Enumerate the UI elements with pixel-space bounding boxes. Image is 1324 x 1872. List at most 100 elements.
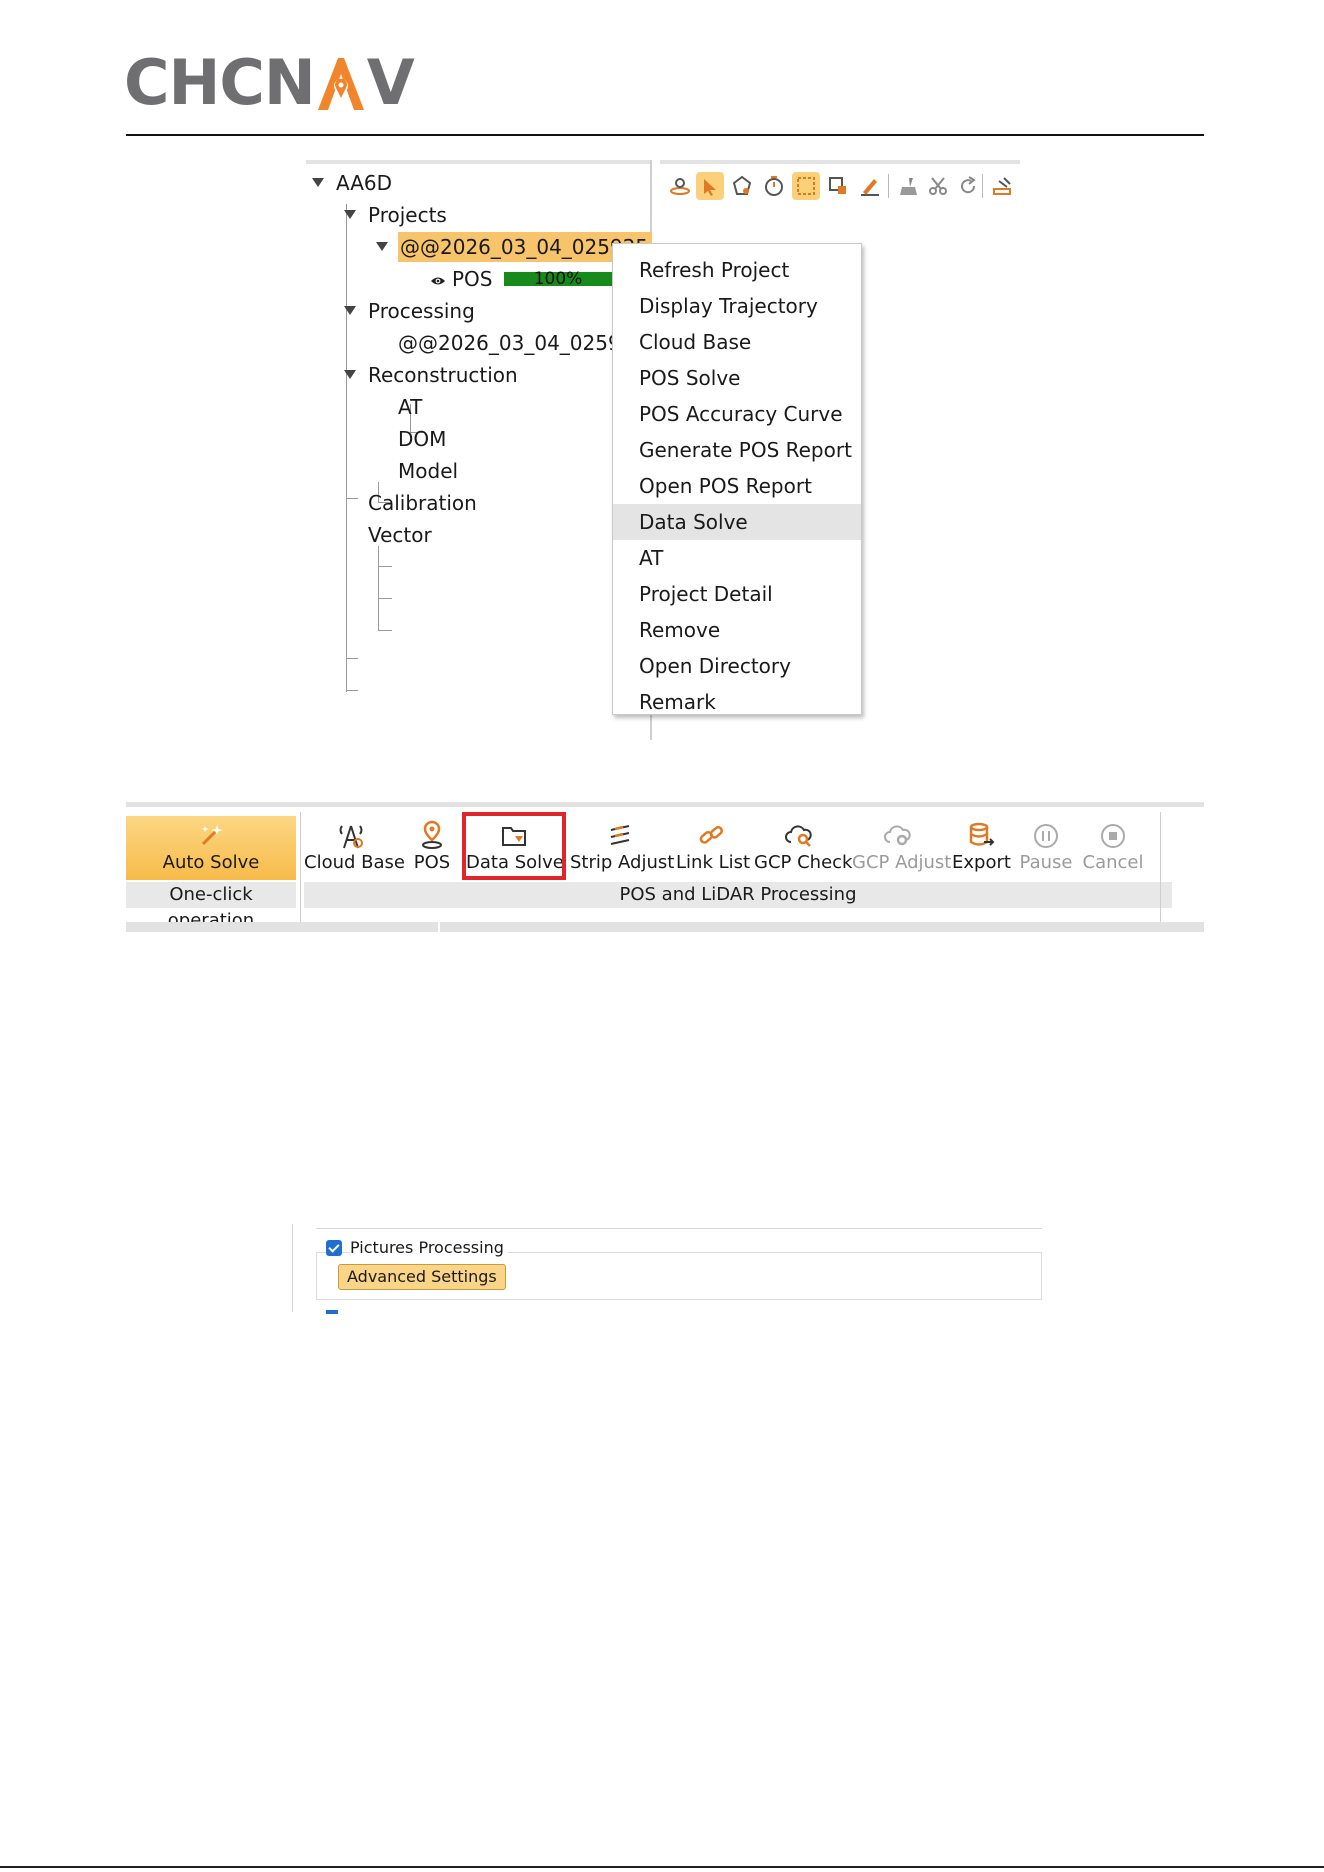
ribbon-group-separator <box>300 812 301 922</box>
button-label: GCP Check <box>754 852 853 873</box>
menu-item-generate-pos-report[interactable]: Generate POS Report <box>613 432 861 468</box>
scissors-icon[interactable] <box>924 172 952 200</box>
tree-node-model[interactable]: Model <box>398 456 458 486</box>
expand-caret-icon[interactable] <box>312 178 324 187</box>
tree-node-calibration[interactable]: Calibration <box>368 488 477 518</box>
menu-item-pos-solve[interactable]: POS Solve <box>613 360 861 396</box>
magic-wand-icon <box>201 825 223 846</box>
rect-select-icon[interactable] <box>792 172 820 200</box>
stop-icon <box>1101 824 1125 848</box>
cancel-button[interactable]: Cancel <box>1082 816 1144 880</box>
cloud-search-icon <box>785 825 812 847</box>
tree-node-label: POS <box>452 267 493 291</box>
strip-adjust-button[interactable]: Strip Adjust <box>570 816 675 880</box>
menu-item-remark[interactable]: Remark <box>613 684 861 720</box>
tree-node-processing-item[interactable]: @@2026_03_04_025925 <box>398 328 646 358</box>
antenna-icon <box>339 825 363 849</box>
tree-node-label: Reconstruction <box>368 363 518 387</box>
pictures-processing-label: Pictures Processing <box>350 1238 508 1257</box>
menu-item-remove[interactable]: Remove <box>613 612 861 648</box>
menu-item-pos-accuracy-curve[interactable]: POS Accuracy Curve <box>613 396 861 432</box>
tree-node-reconstruction[interactable]: Reconstruction <box>344 360 518 390</box>
tree-node-projects[interactable]: Projects <box>344 200 447 230</box>
tree-node-at[interactable]: AT <box>398 392 422 422</box>
highlight-annotation-box <box>462 812 566 880</box>
auto-solve-label: Auto Solve <box>162 852 260 873</box>
polygon-select-icon[interactable] <box>728 172 756 200</box>
tree-node-pos[interactable]: POS <box>430 264 493 294</box>
eye-target-icon[interactable] <box>666 172 694 200</box>
button-label: Strip Adjust <box>570 852 675 873</box>
tree-line <box>346 658 358 659</box>
tree-node-label: DOM <box>398 427 447 451</box>
tree-line <box>346 454 347 692</box>
tree-node-label: @@2026_03_04_025925 <box>400 235 649 259</box>
group-label-pos-lidar: POS and LiDAR Processing <box>304 882 1172 908</box>
panel-top-border <box>316 1228 1042 1229</box>
panel-left-border <box>292 1224 293 1312</box>
map-toolbar-topbar <box>660 160 1020 164</box>
expand-caret-icon[interactable] <box>344 210 356 219</box>
group-label-one-click: One-click operation <box>126 882 296 931</box>
pos-progress-text: 100% <box>533 269 583 289</box>
tree-line <box>346 204 347 454</box>
button-label: GCP Adjust <box>852 852 952 873</box>
pencil-icon[interactable] <box>856 172 884 200</box>
expand-caret-icon[interactable] <box>344 370 356 379</box>
clear-icon[interactable] <box>988 172 1016 200</box>
auto-solve-button[interactable]: Auto Solve <box>126 816 296 880</box>
toolbar-separator <box>888 174 889 198</box>
pictures-processing-checkbox[interactable] <box>326 1240 342 1256</box>
menu-item-display-trajectory[interactable]: Display Trajectory <box>613 288 861 324</box>
tree-node-project-item[interactable]: @@2026_03_04_025925 <box>376 232 648 262</box>
link-list-button[interactable]: Link List <box>676 816 750 880</box>
menu-item-at[interactable]: AT <box>613 540 861 576</box>
processing-ribbon: Auto Solve One-click operation POS and L… <box>126 802 1204 936</box>
pause-button[interactable]: Pause <box>1018 816 1074 880</box>
menu-item-refresh-project[interactable]: Refresh Project <box>613 252 861 288</box>
gcp-adjust-button[interactable]: GCP Adjust <box>852 816 952 880</box>
brand-logo: CHCN V <box>124 46 415 119</box>
footer-divider <box>0 1866 1324 1868</box>
pos-progress-bar: 100% <box>504 269 612 289</box>
broom-icon[interactable] <box>894 172 922 200</box>
button-label: POS <box>413 852 451 873</box>
menu-item-cloud-base[interactable]: Cloud Base <box>613 324 861 360</box>
refresh-icon[interactable] <box>954 172 982 200</box>
expand-caret-icon[interactable] <box>376 242 388 251</box>
expand-caret-icon[interactable] <box>344 306 356 315</box>
cloud-gear-icon <box>884 825 911 846</box>
tree-node-dom[interactable]: DOM <box>398 424 446 454</box>
menu-item-data-solve[interactable]: Data Solve <box>613 504 861 540</box>
next-checkbox-partial[interactable] <box>326 1310 338 1314</box>
timer-icon[interactable] <box>760 172 788 200</box>
tree-line <box>378 630 392 631</box>
eye-icon[interactable] <box>430 275 446 287</box>
pos-button[interactable]: POS <box>410 816 454 880</box>
tree-node-label: @@2026_03_04_025925 <box>398 331 647 355</box>
menu-item-open-directory[interactable]: Open Directory <box>613 648 861 684</box>
tree-line <box>346 690 358 691</box>
cloud-base-button[interactable]: Cloud Base <box>304 816 405 880</box>
tree-node-vector[interactable]: Vector <box>368 520 432 550</box>
tree-line <box>378 566 392 567</box>
map-toolbar <box>660 160 1020 202</box>
button-label: Pause <box>1019 852 1073 873</box>
tree-panel-topbar <box>306 160 652 164</box>
logo-text-left: CHCN <box>124 46 316 119</box>
tree-node-processing[interactable]: Processing <box>344 296 475 326</box>
menu-item-project-detail[interactable]: Project Detail <box>613 576 861 612</box>
advanced-settings-button[interactable]: Advanced Settings <box>338 1264 506 1290</box>
button-label: Cloud Base <box>304 852 405 873</box>
layer-select-icon[interactable] <box>824 172 852 200</box>
tree-node-label: Projects <box>368 203 447 227</box>
tree-node-root[interactable]: AA6D <box>312 168 392 198</box>
location-pin-icon <box>422 820 442 849</box>
gcp-check-button[interactable]: GCP Check <box>754 816 853 880</box>
select-pointer-icon[interactable] <box>696 172 724 200</box>
export-button[interactable]: Export <box>952 816 1011 880</box>
pause-icon <box>1034 824 1058 848</box>
ribbon-top-strip <box>126 802 1204 807</box>
menu-item-open-pos-report[interactable]: Open POS Report <box>613 468 861 504</box>
logo-a-icon <box>317 58 364 110</box>
